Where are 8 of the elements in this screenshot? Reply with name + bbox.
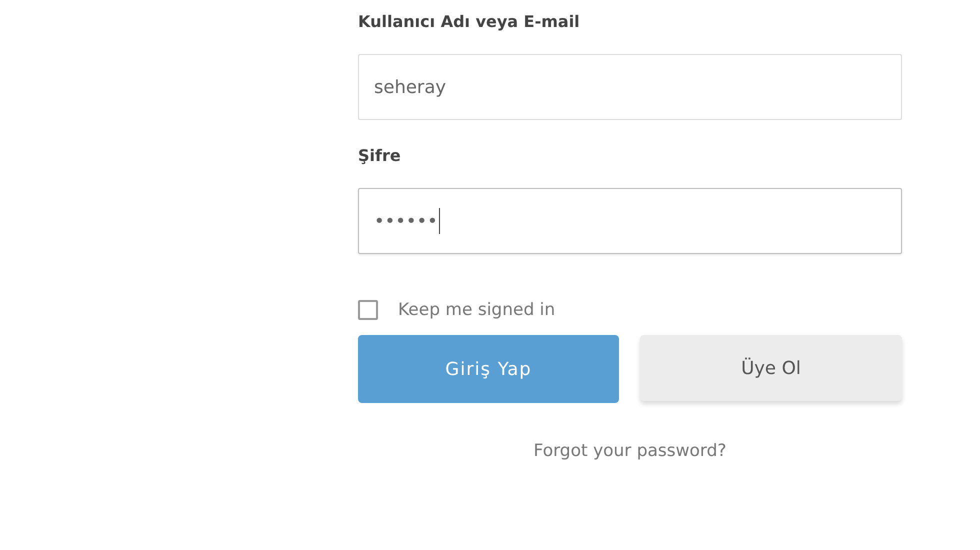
- input-field[interactable]: seheray: [358, 54, 902, 120]
- forgot-password-link[interactable]: Forgot your password?: [534, 441, 726, 461]
- signup-button[interactable]: Üye Ol: [640, 335, 902, 401]
- field-label: Kullanıcı Adı veya E-mail: [358, 11, 580, 33]
- input-field[interactable]: ••••••: [358, 188, 902, 254]
- field-label: Şifre: [358, 145, 401, 167]
- checkbox[interactable]: [358, 300, 378, 320]
- checkbox-label: Keep me signed in: [398, 300, 556, 320]
